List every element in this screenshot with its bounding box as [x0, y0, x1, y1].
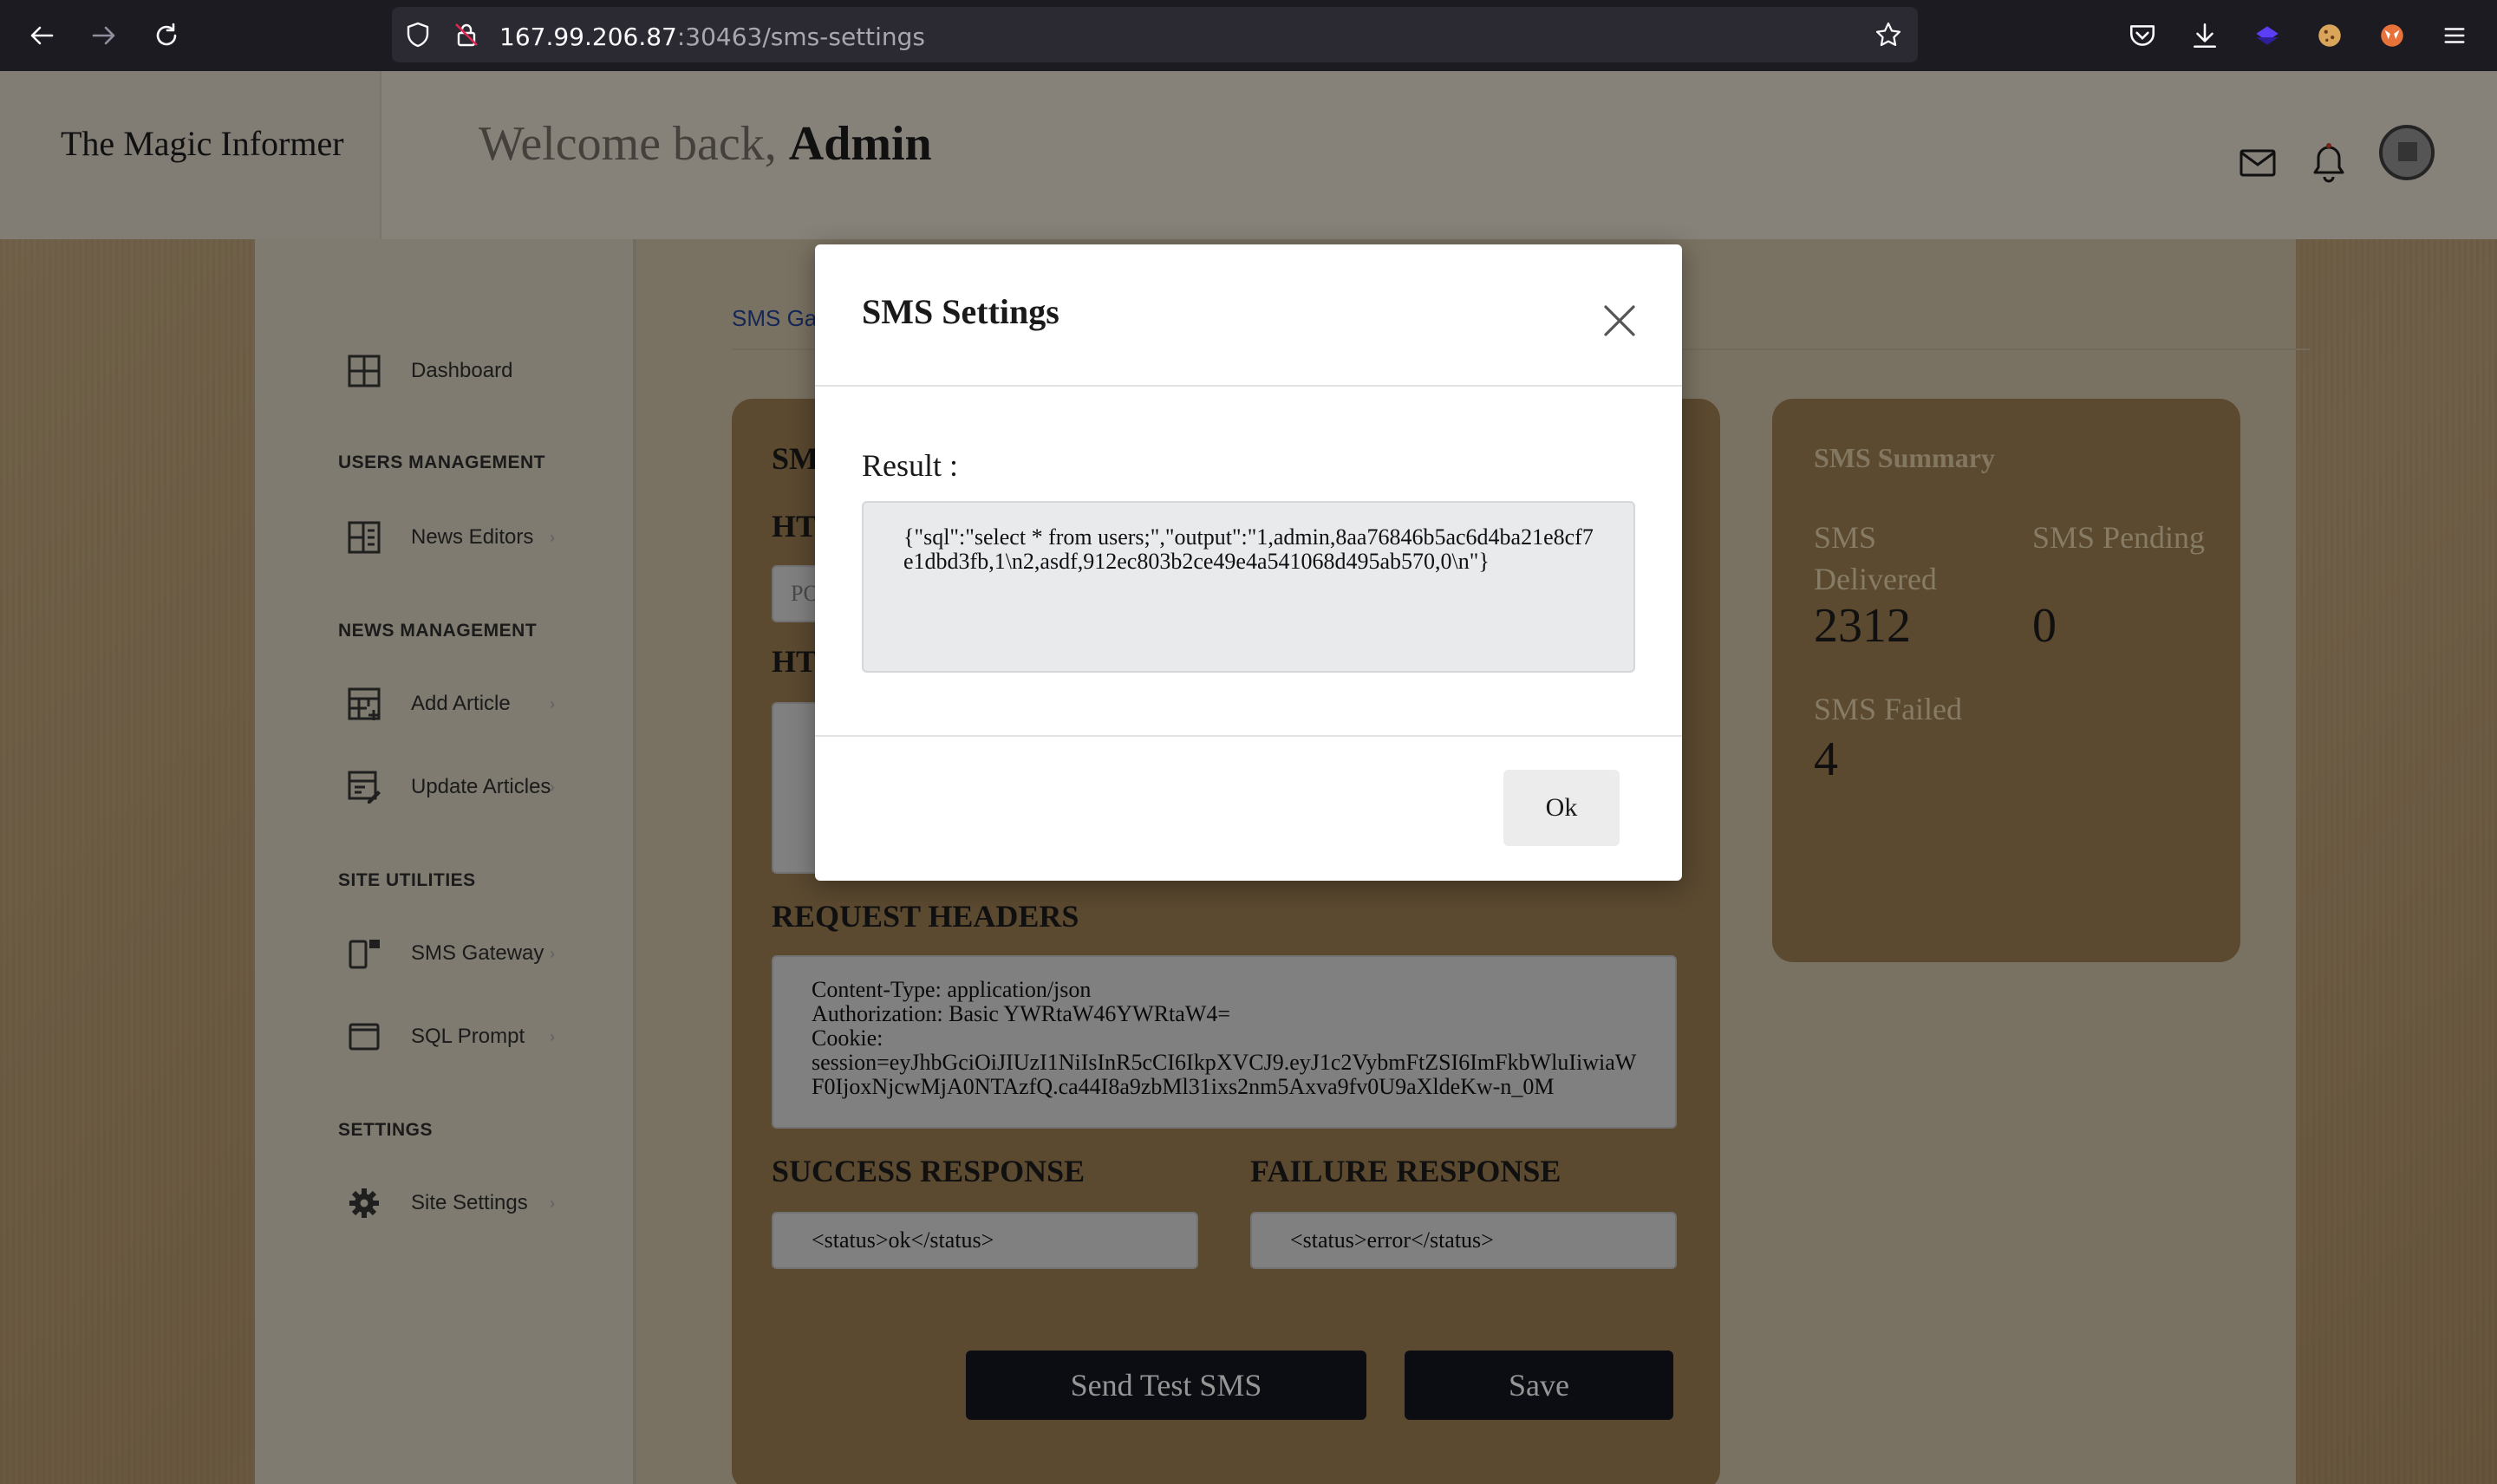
cookie-extension-icon[interactable] [2313, 19, 2346, 52]
result-label: Result : [862, 448, 959, 483]
foxyproxy-icon[interactable] [2376, 19, 2409, 52]
forward-icon[interactable] [83, 15, 125, 56]
result-output: {"sql":"select * from users;","output":"… [862, 501, 1635, 673]
extension-purple-icon[interactable] [2251, 19, 2284, 52]
pocket-icon[interactable] [2126, 19, 2159, 52]
back-icon[interactable] [21, 15, 62, 56]
bookmark-star-icon[interactable] [1874, 21, 1902, 49]
download-icon[interactable] [2188, 19, 2221, 52]
menu-hamburger-icon[interactable] [2438, 19, 2471, 52]
reload-icon[interactable] [146, 15, 187, 56]
address-bar[interactable]: 167.99.206.87:30463/sms-settings [392, 7, 1918, 62]
shield-icon[interactable] [404, 21, 432, 49]
close-icon[interactable] [1595, 296, 1644, 345]
modal-header-divider [815, 385, 1682, 387]
ok-button[interactable]: Ok [1503, 770, 1620, 846]
modal-footer-divider [815, 735, 1682, 737]
sms-settings-modal: SMS Settings Result : {"sql":"select * f… [815, 244, 1682, 881]
modal-title: SMS Settings [862, 292, 1059, 331]
browser-toolbar: 167.99.206.87:30463/sms-settings [0, 0, 2497, 71]
insecure-lock-icon[interactable] [453, 21, 480, 49]
url-text[interactable]: 167.99.206.87:30463/sms-settings [499, 23, 925, 51]
